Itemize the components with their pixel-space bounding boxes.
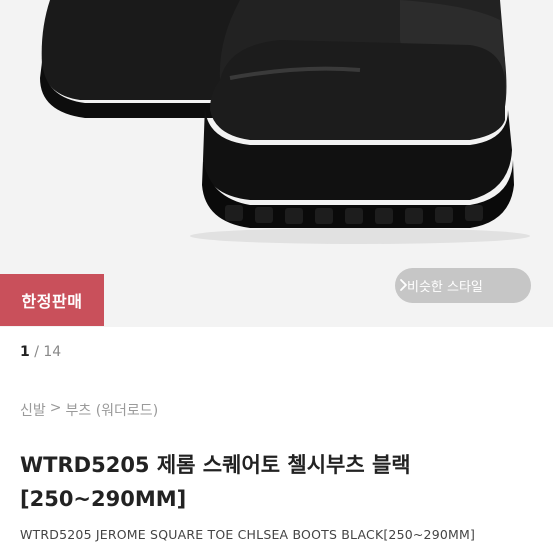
product-title: WTRD5205 제롬 스퀘어토 첼시부츠 블랙 [250~290MM] <box>20 453 411 511</box>
breadcrumb-separator: > <box>49 400 62 416</box>
breadcrumb-item-shoes[interactable]: 신발 <box>20 400 46 420</box>
breadcrumb-item-boots[interactable]: 부츠 (워더로드) <box>66 400 159 420</box>
chevron-right-icon <box>400 279 407 291</box>
limited-sale-badge: 한정판매 <box>0 274 104 326</box>
product-image[interactable]: 한정판매 비슷한 스타일 <box>0 0 553 327</box>
breadcrumb: 신발 > 부츠 (워더로드) <box>20 400 158 420</box>
pager-current: 1 <box>20 344 30 360</box>
pager-total: 14 <box>43 344 62 360</box>
similar-style-button[interactable]: 비슷한 스타일 <box>395 268 531 303</box>
pager-separator: / <box>29 344 44 360</box>
image-pager: 1 / 14 <box>20 344 61 360</box>
product-subtitle: WTRD5205 JEROME SQUARE TOE CHLSEA BOOTS … <box>20 527 476 542</box>
similar-style-label: 비슷한 스타일 <box>407 280 483 295</box>
